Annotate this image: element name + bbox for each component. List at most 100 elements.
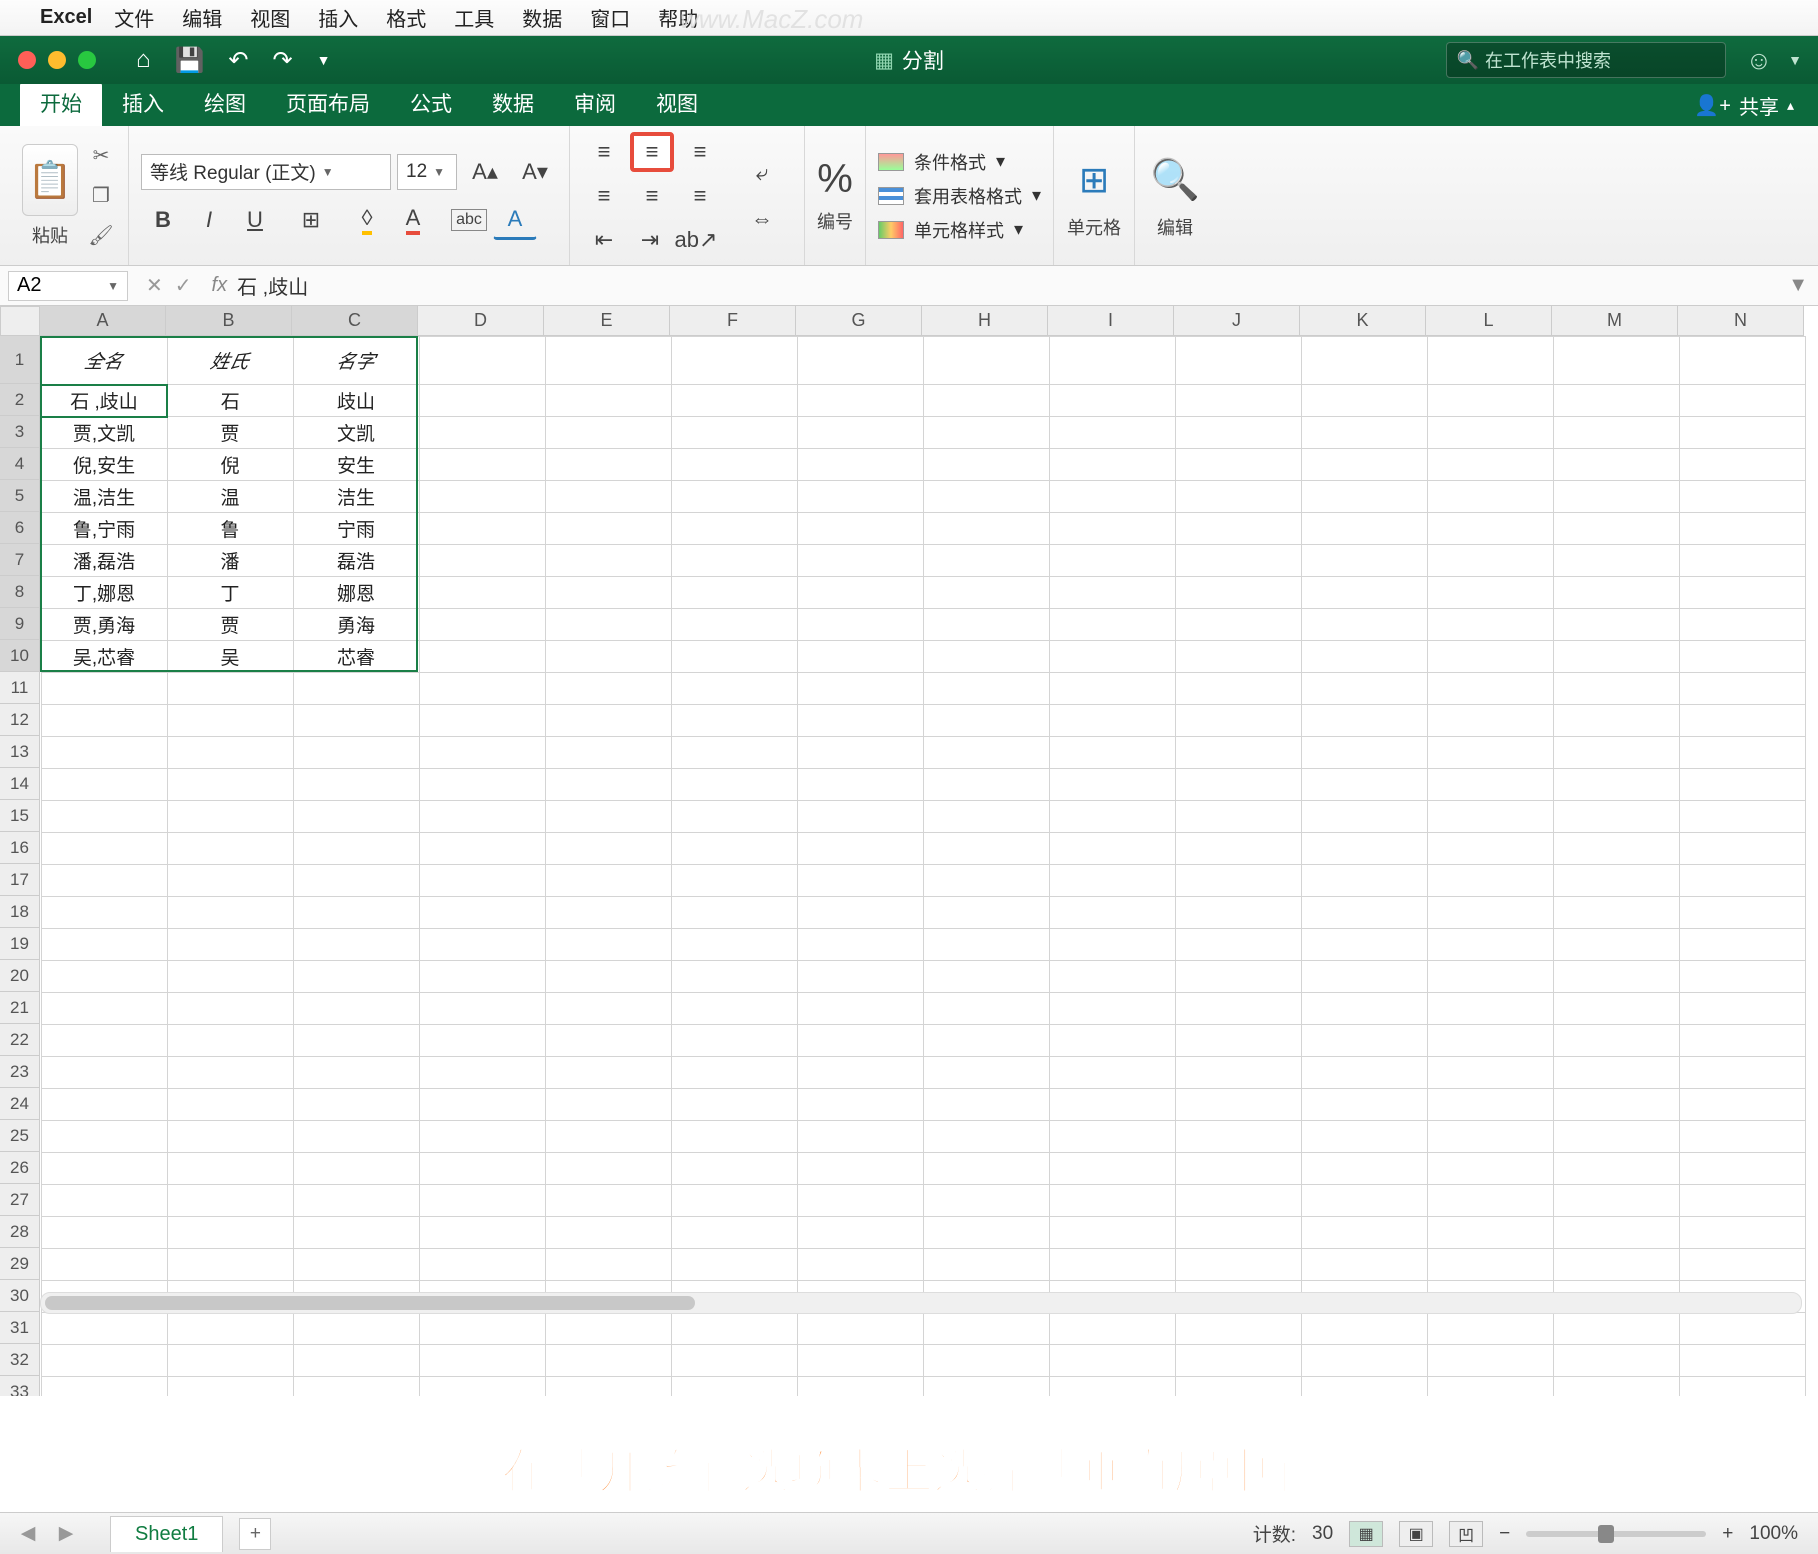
align-top-icon[interactable]: ≡	[582, 132, 626, 172]
cell[interactable]	[167, 833, 293, 865]
cell[interactable]	[545, 897, 671, 929]
qat-dropdown-icon[interactable]: ▼	[317, 52, 331, 68]
font-size-combo[interactable]: 12▼	[397, 154, 457, 190]
cell[interactable]: 石	[167, 385, 293, 417]
cell[interactable]	[1427, 1377, 1553, 1397]
cell[interactable]	[1427, 545, 1553, 577]
cell[interactable]	[167, 769, 293, 801]
cell[interactable]	[1049, 337, 1175, 385]
cell[interactable]	[167, 961, 293, 993]
cell[interactable]	[1049, 417, 1175, 449]
column-header[interactable]: I	[1048, 306, 1174, 336]
cell[interactable]	[167, 993, 293, 1025]
cell[interactable]	[41, 1089, 167, 1121]
cell[interactable]	[1175, 417, 1301, 449]
cell[interactable]	[797, 1153, 923, 1185]
cell[interactable]	[1049, 481, 1175, 513]
menu-file[interactable]: 文件	[114, 3, 154, 32]
cell[interactable]: 勇海	[293, 609, 419, 641]
cell[interactable]	[671, 641, 797, 673]
cell[interactable]	[545, 929, 671, 961]
cell[interactable]	[797, 1313, 923, 1345]
cell[interactable]	[797, 673, 923, 705]
percent-icon[interactable]: %	[817, 157, 853, 202]
tab-draw[interactable]: 绘图	[184, 80, 266, 126]
cell[interactable]	[797, 769, 923, 801]
column-header[interactable]: E	[544, 306, 670, 336]
cell[interactable]	[671, 993, 797, 1025]
cell[interactable]	[1175, 897, 1301, 929]
decrease-indent-icon[interactable]: ⇤	[582, 220, 626, 260]
cell[interactable]	[1175, 609, 1301, 641]
cell[interactable]	[293, 1025, 419, 1057]
cell[interactable]	[797, 1089, 923, 1121]
tab-data[interactable]: 数据	[472, 80, 554, 126]
cell[interactable]	[923, 1249, 1049, 1281]
tab-page-layout[interactable]: 页面布局	[266, 80, 390, 126]
row-header[interactable]: 13	[0, 736, 40, 768]
cell[interactable]	[1553, 897, 1679, 929]
cell[interactable]	[1049, 513, 1175, 545]
cell[interactable]	[671, 897, 797, 929]
home-icon[interactable]: ⌂	[136, 46, 151, 74]
cell[interactable]	[1301, 417, 1427, 449]
cell[interactable]: 倪,安生	[41, 449, 167, 481]
cell[interactable]	[923, 385, 1049, 417]
cell[interactable]	[1553, 1345, 1679, 1377]
menu-data[interactable]: 数据	[522, 3, 562, 32]
cell[interactable]	[1175, 449, 1301, 481]
row-header[interactable]: 19	[0, 928, 40, 960]
cell[interactable]	[1427, 705, 1553, 737]
cell[interactable]	[167, 1057, 293, 1089]
column-header[interactable]: J	[1174, 306, 1300, 336]
cell[interactable]	[167, 1345, 293, 1377]
cells-icon[interactable]: ⊞	[1066, 152, 1122, 208]
cell[interactable]	[1427, 1025, 1553, 1057]
confirm-formula-icon[interactable]: ✓	[175, 273, 192, 298]
cell[interactable]	[1049, 609, 1175, 641]
cell[interactable]	[545, 449, 671, 481]
cell[interactable]	[923, 577, 1049, 609]
cell[interactable]: 鲁	[167, 513, 293, 545]
conditional-format-button[interactable]: 条件格式 ▾	[878, 149, 1005, 175]
cell[interactable]	[797, 1345, 923, 1377]
minimize-icon[interactable]	[48, 51, 66, 69]
cell[interactable]	[293, 673, 419, 705]
cell[interactable]	[293, 1089, 419, 1121]
merge-button[interactable]: ⇔	[732, 199, 792, 239]
phonetic-guide-button[interactable]: abc	[447, 200, 491, 240]
cell[interactable]	[419, 545, 545, 577]
cell[interactable]	[41, 961, 167, 993]
cell[interactable]	[419, 993, 545, 1025]
cell[interactable]	[923, 865, 1049, 897]
cell[interactable]	[1175, 1313, 1301, 1345]
cell[interactable]	[1553, 337, 1679, 385]
column-header[interactable]: H	[922, 306, 1048, 336]
cell[interactable]	[419, 481, 545, 513]
cell[interactable]	[1049, 449, 1175, 481]
cell[interactable]	[1679, 801, 1805, 833]
cell[interactable]: 文凯	[293, 417, 419, 449]
cell[interactable]	[1301, 673, 1427, 705]
cell[interactable]	[1679, 577, 1805, 609]
row-header[interactable]: 11	[0, 672, 40, 704]
cell[interactable]	[293, 1217, 419, 1249]
cell[interactable]: 全名	[41, 337, 167, 385]
cell[interactable]	[1553, 801, 1679, 833]
cell[interactable]	[41, 1121, 167, 1153]
cell[interactable]	[1301, 1217, 1427, 1249]
cell[interactable]	[545, 769, 671, 801]
cell[interactable]	[167, 865, 293, 897]
cell[interactable]	[1427, 641, 1553, 673]
app-name[interactable]: Excel	[40, 6, 92, 29]
cell[interactable]	[41, 833, 167, 865]
cell[interactable]	[1301, 769, 1427, 801]
cell[interactable]	[671, 1185, 797, 1217]
cell[interactable]	[1301, 1377, 1427, 1397]
cell[interactable]: 潘,磊浩	[41, 545, 167, 577]
row-header[interactable]: 23	[0, 1056, 40, 1088]
cell[interactable]	[41, 897, 167, 929]
row-header[interactable]: 6	[0, 512, 40, 544]
cell[interactable]	[671, 1057, 797, 1089]
cell[interactable]	[167, 897, 293, 929]
